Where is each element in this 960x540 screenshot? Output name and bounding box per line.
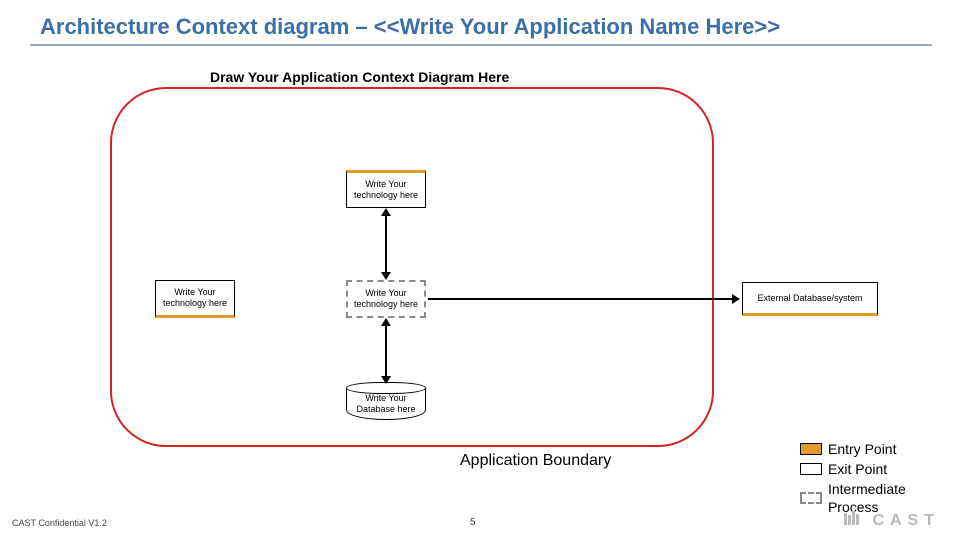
title-underline: [30, 44, 932, 46]
intermediate-box-center-label: Write Your technology here: [348, 288, 424, 310]
arrow-center-db-head-up: [381, 318, 391, 326]
arrow-top-center: [385, 214, 387, 274]
intermediate-box-center: Write Your technology here: [346, 280, 426, 318]
logo-bars-icon: [844, 511, 860, 530]
legend-intermediate-swatch: [800, 492, 822, 504]
exit-box-external-label: External Database/system: [757, 293, 862, 304]
legend-entry-label: Entry Point: [828, 440, 896, 458]
database-box-label: Write Your Database here: [347, 393, 425, 415]
exit-box-external: External Database/system: [742, 282, 878, 316]
entry-box-top: Write Your technology here: [346, 170, 426, 208]
legend: Entry Point Exit Point Intermediate Proc…: [800, 440, 960, 518]
arrow-center-db-head-down: [381, 376, 391, 384]
footer-page-number: 5: [470, 517, 476, 528]
boundary-label: Application Boundary: [460, 452, 611, 470]
diagram-subtitle: Draw Your Application Context Diagram He…: [210, 69, 509, 85]
logo-text: CAST: [872, 512, 940, 530]
arrow-top-center-head-up: [381, 208, 391, 216]
arrow-center-db: [385, 324, 387, 378]
arrow-center-external: [428, 298, 732, 300]
legend-exit-swatch: [800, 463, 822, 475]
footer-logo: CAST: [844, 511, 940, 530]
legend-entry: Entry Point: [800, 440, 960, 458]
page-title: Architecture Context diagram – <<Write Y…: [40, 14, 780, 40]
slide: Architecture Context diagram – <<Write Y…: [0, 0, 960, 540]
legend-entry-swatch: [800, 443, 822, 455]
footer-confidential: CAST Confidential V1.2: [12, 518, 107, 528]
entry-box-left: Write Your technology here: [155, 280, 235, 318]
entry-box-left-label: Write Your technology here: [156, 287, 234, 309]
entry-box-top-label: Write Your technology here: [347, 179, 425, 201]
arrow-center-external-head: [732, 294, 740, 304]
legend-exit-label: Exit Point: [828, 460, 887, 478]
legend-exit: Exit Point: [800, 460, 960, 478]
arrow-top-center-head-down: [381, 272, 391, 280]
